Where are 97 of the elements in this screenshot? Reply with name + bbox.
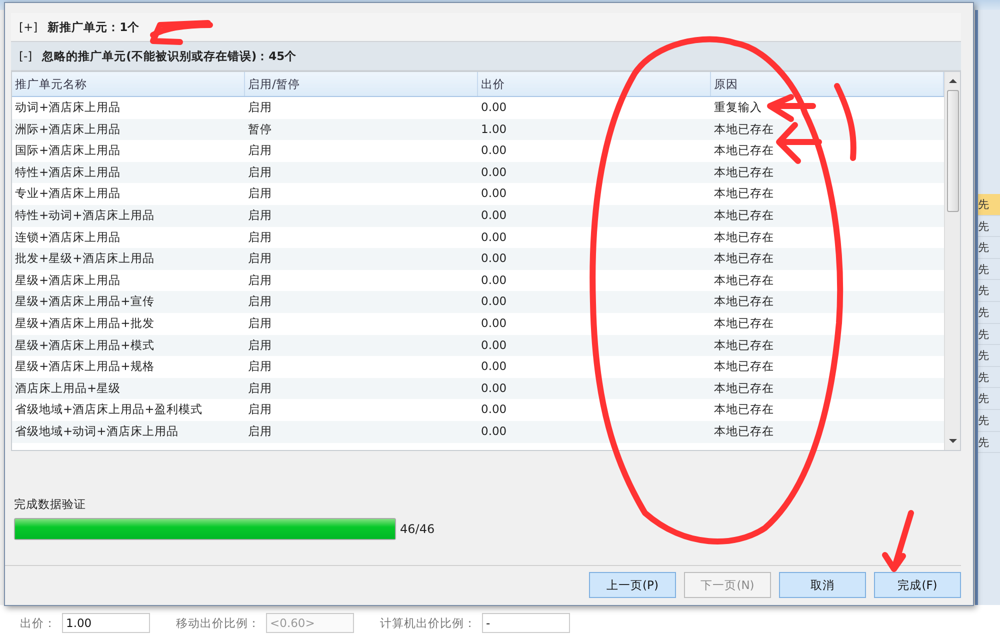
table-cell-text: 省级地域+酒店床上用品+盈利模式 [14,401,204,418]
table-cell-text: 本地已存在 [713,293,775,310]
table-cell-text: 启用 [247,142,273,160]
scroll-down-icon[interactable] [948,439,956,443]
table-cell-text: 本地已存在 [713,272,775,289]
scrollbar[interactable] [944,72,960,450]
table-cell-text: 暂停 [247,120,273,138]
table-cell[interactable]: 先 [978,302,1000,324]
expand-toggle[interactable]: [+] [19,20,38,34]
section-title: 忽略的推广单元(不能被识别或存在错误)：45个 [42,48,297,64]
table-cell-text: 0.00 [480,142,508,160]
table-cell-text: 0.00 [480,272,508,289]
table-cell-text: 本地已存在 [713,120,775,138]
table-cell-text: 洲际+酒店床上用品 [14,120,122,138]
table-cell[interactable]: 先 [978,345,1000,367]
table-cell-text: 本地已存在 [713,314,775,332]
table-cell-text: 本地已存在 [713,380,775,397]
table-cell-text: 特性+动词+酒店床上用品 [14,206,156,224]
table-cell[interactable]: 先 [978,410,1000,432]
scroll-thumb[interactable] [946,90,958,212]
table-cell[interactable]: 先 [978,194,1000,216]
progress-label: 完成数据验证 [14,497,86,512]
table-cell-text: 0.00 [480,401,508,418]
table-cell-text: 本地已存在 [713,228,775,246]
table-cell-text: 启用 [247,336,273,354]
column-header[interactable]: 出价 [478,72,711,96]
table-cell-text: 启用 [247,228,273,246]
column-header[interactable]: 启用/暂停 [245,72,478,96]
table-cell-text: 启用 [247,164,273,181]
field-label: 计算机出价比例： [380,616,476,630]
table-cell-text: 0.00 [480,422,508,440]
table-cell-text: 本地已存在 [713,206,775,224]
table-cell[interactable]: 先 [978,258,1000,280]
table-cell-text: 启用 [247,422,273,440]
table-cell-text: 星级+酒店床上用品+规格 [14,358,156,376]
table-cell-text: 动词+酒店床上用品 [14,99,122,116]
table-cell-text: 启用 [247,272,273,289]
table-cell[interactable]: 先 [978,324,1000,346]
table-cell-text: 本地已存在 [713,142,775,160]
dialog-button[interactable]: 完成(F) [874,572,961,598]
table-cell-text: 启用 [247,185,273,202]
table-cell-text: 国际+酒店床上用品 [14,142,122,160]
table-cell[interactable]: 先 [978,280,1000,302]
input-field[interactable]: - [482,613,570,633]
table-cell-text: 0.00 [480,336,508,354]
table-cell-text: 本地已存在 [713,401,775,418]
table-cell-text: 星级+酒店床上用品+宣传 [14,293,156,310]
table-cell-text: 省级地域+动词+酒店床上用品 [14,422,180,440]
table-cell[interactable]: 先 [978,237,1000,259]
table-cell-text: 0.00 [480,314,508,332]
table-cell-text: 0.00 [480,250,508,268]
table-cell-text: 0.00 [480,293,508,310]
scroll-up-icon[interactable] [948,79,956,83]
table-cell-text: 0.00 [480,380,508,397]
table-cell-text: 星级+酒店床上用品+模式 [14,336,156,354]
table-cell-text: 本地已存在 [713,358,775,376]
table-cell-text: 本地已存在 [713,250,775,268]
table-cell-text: 星级+酒店床上用品 [14,272,122,289]
field-label: 出价： [20,616,56,630]
table-cell-text: 启用 [247,99,273,116]
table-cell-text: 1.00 [480,120,508,138]
table-cell-text: 星级+酒店床上用品+批发 [14,314,156,332]
table-cell-text: 启用 [247,250,273,268]
table-cell-text: 批发+星级+酒店床上用品 [14,250,156,268]
table-cell-text: 重复输入 [713,99,763,116]
progress-reading: 46/46 [400,522,435,536]
expand-toggle[interactable]: [-] [19,49,32,63]
section-title: 新推广单元：1个 [48,20,140,34]
table-cell-text: 连锁+酒店床上用品 [14,228,122,246]
table-cell-text: 0.00 [480,206,508,224]
table-cell-text: 特性+酒店床上用品 [14,164,122,181]
dialog-button[interactable]: 上一页(P) [589,572,676,598]
table-cell-text: 启用 [247,401,273,418]
table-cell-text: 本地已存在 [713,336,775,354]
table-cell-text: 启用 [247,314,273,332]
table-cell[interactable]: 先 [978,388,1000,410]
dialog-button[interactable]: 取消 [779,572,866,598]
table-cell-text: 0.00 [480,228,508,246]
table-cell-text: 酒店床上用品+星级 [14,380,122,397]
table-cell[interactable]: 先 [978,366,1000,388]
table-cell-text: 本地已存在 [713,164,775,181]
table-cell-text: 启用 [247,358,273,376]
input-field[interactable]: 1.00 [62,613,150,633]
column-header[interactable]: 推广单元名称 [12,72,245,96]
table-cell-text: 启用 [247,206,273,224]
field-label: 移动出价比例： [176,616,260,630]
table-cell-text: 本地已存在 [713,422,775,440]
table-cell-text: 0.00 [480,185,508,202]
table-cell-text: 0.00 [480,358,508,376]
table-cell-text: 专业+酒店床上用品 [14,185,122,202]
table-cell-text: 本地已存在 [713,185,775,202]
table-cell-text: 0.00 [480,164,508,181]
table-cell[interactable]: 先 [978,216,1000,238]
table-cell-text: 启用 [247,293,273,310]
table-cell[interactable]: 先 [978,432,1000,454]
table-cell-text: 0.00 [480,99,508,116]
table-cell-text: 启用 [247,380,273,397]
